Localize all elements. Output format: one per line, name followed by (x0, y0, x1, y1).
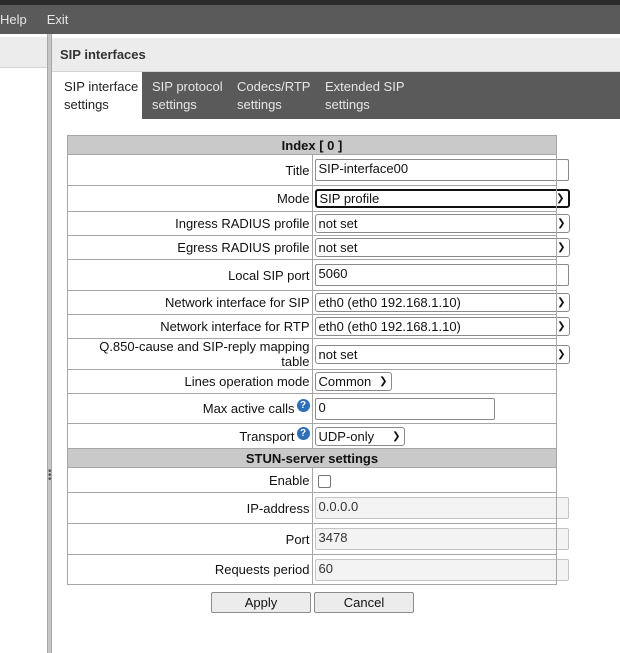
net-if-sip-cell: eth0 (eth0 192.168.1.10) ❯ (311, 290, 570, 315)
menu-exit[interactable]: Exit (47, 12, 69, 27)
egress-radius-label: Egress RADIUS profile (67, 235, 313, 260)
stun-ip-label: IP-address (67, 492, 313, 524)
chevron-down-icon: ❯ (557, 242, 566, 253)
q850-mapping-label: Q.850-cause and SIP-reply mapping table (67, 338, 313, 370)
menu-bar: Help Exit (0, 5, 620, 34)
stun-ip-input[interactable]: 0.0.0.0 (314, 497, 569, 519)
chevron-down-icon: ❯ (557, 297, 566, 308)
egress-radius-select[interactable]: not set ❯ (314, 238, 570, 257)
chevron-down-icon: ❯ (557, 348, 566, 360)
tab-bar: SIP interface settings SIP protocol sett… (52, 72, 620, 119)
title-label: Title (67, 154, 313, 186)
lines-mode-select[interactable]: Common ❯ (314, 372, 392, 391)
sidebar (0, 34, 47, 653)
title-input[interactable]: SIP-interface00 (314, 159, 569, 181)
tab-label-line1: Codecs/RTP (237, 79, 311, 94)
mode-label: Mode (67, 185, 313, 212)
tab-label-line1: SIP interface (64, 79, 139, 94)
transport-select[interactable]: UDP-only ❯ (314, 426, 405, 446)
q850-mapping-select[interactable]: not set ❯ (314, 344, 570, 364)
net-if-rtp-label: Network interface for RTP (67, 314, 313, 339)
chevron-down-icon: ❯ (392, 430, 401, 442)
tab-label-line2: settings (325, 97, 370, 112)
help-icon[interactable]: ? (296, 399, 310, 412)
panel-title: SIP interfaces (52, 38, 620, 72)
ingress-radius-value: not set (318, 216, 358, 231)
max-calls-label-cell: Max active calls? (67, 393, 313, 424)
net-if-rtp-cell: eth0 (eth0 192.168.1.10) ❯ (311, 314, 570, 339)
transport-label: Transport (239, 428, 295, 444)
tab-sip-interface-settings[interactable]: SIP interface settings (52, 72, 142, 119)
tab-label-line2: settings (237, 97, 282, 112)
net-if-rtp-select[interactable]: eth0 (eth0 192.168.1.10) ❯ (314, 317, 570, 336)
max-calls-input[interactable]: 0 (314, 397, 495, 420)
chevron-down-icon: ❯ (379, 376, 388, 387)
tab-extended-sip-settings[interactable]: Extended SIP settings (325, 72, 415, 119)
tab-label-line2: settings (64, 97, 109, 112)
local-sip-port-cell: 5060 (311, 259, 569, 291)
transport-value: UDP-only (318, 428, 375, 444)
stun-header: STUN-server settings (67, 448, 557, 468)
index-header: Index [ 0 ] (67, 135, 557, 155)
chevron-down-icon: ❯ (557, 321, 566, 332)
transport-cell: UDP-only ❯ (311, 423, 557, 449)
local-sip-port-label: Local SIP port (67, 259, 313, 291)
tab-label-line1: Extended SIP (325, 79, 405, 94)
transport-label-cell: Transport? (67, 423, 313, 449)
menu-help[interactable]: Help (0, 12, 27, 27)
max-calls-label: Max active calls (202, 401, 295, 416)
stun-period-input[interactable]: 60 (314, 558, 569, 581)
egress-radius-value: not set (318, 240, 358, 255)
stun-enable-checkbox[interactable] (317, 474, 331, 488)
tab-sip-protocol-settings[interactable]: SIP protocol settings (152, 72, 232, 119)
lines-mode-value: Common (318, 374, 372, 389)
tab-label-line2: settings (152, 97, 197, 112)
help-icon[interactable]: ? (296, 426, 310, 440)
cancel-button[interactable]: Cancel (314, 592, 414, 613)
stun-port-label: Port (67, 523, 313, 555)
net-if-sip-select[interactable]: eth0 (eth0 192.168.1.10) ❯ (314, 293, 570, 312)
ingress-radius-label: Ingress RADIUS profile (67, 211, 313, 236)
net-if-sip-label: Network interface for SIP (67, 290, 313, 315)
tab-codecs-rtp-settings[interactable]: Codecs/RTP settings (237, 72, 317, 119)
stun-port-input[interactable]: 3478 (314, 528, 569, 550)
mode-select[interactable]: SIP profile ❯ (314, 189, 570, 208)
sidebar-header (0, 37, 47, 68)
max-calls-cell: 0 (311, 393, 557, 424)
q850-mapping-value: not set (318, 346, 358, 362)
splitter-grip-icon[interactable]: • • • (48, 467, 52, 485)
stun-period-cell: 60 (311, 554, 569, 585)
apply-button[interactable]: Apply (211, 592, 311, 613)
main-panel: SIP interfaces SIP interface settings SI… (52, 34, 620, 653)
egress-radius-cell: not set ❯ (311, 235, 570, 260)
net-if-sip-value: eth0 (eth0 192.168.1.10) (318, 295, 461, 310)
chevron-down-icon: ❯ (557, 218, 566, 229)
local-sip-port-input[interactable]: 5060 (314, 264, 569, 286)
chevron-down-icon: ❯ (556, 193, 565, 204)
title-cell: SIP-interface00 (311, 154, 569, 186)
stun-enable-label: Enable (67, 467, 313, 493)
stun-period-label: Requests period (67, 554, 313, 585)
ingress-radius-cell: not set ❯ (311, 211, 570, 236)
stun-port-cell: 3478 (311, 523, 569, 555)
lines-mode-cell: Common ❯ (311, 369, 557, 394)
stun-ip-cell: 0.0.0.0 (311, 492, 569, 524)
ingress-radius-select[interactable]: not set ❯ (314, 214, 570, 233)
stun-enable-cell (311, 467, 557, 493)
mode-select-value: SIP profile (319, 191, 380, 206)
q850-mapping-cell: not set ❯ (311, 338, 570, 370)
mode-cell: SIP profile ❯ (311, 185, 570, 212)
sip-interface-form: Index [ 0 ] Title SIP-interface00 Mode S… (67, 135, 570, 585)
lines-mode-label: Lines operation mode (67, 369, 313, 394)
net-if-rtp-value: eth0 (eth0 192.168.1.10) (318, 319, 461, 334)
tab-label-line1: SIP protocol (152, 79, 223, 94)
